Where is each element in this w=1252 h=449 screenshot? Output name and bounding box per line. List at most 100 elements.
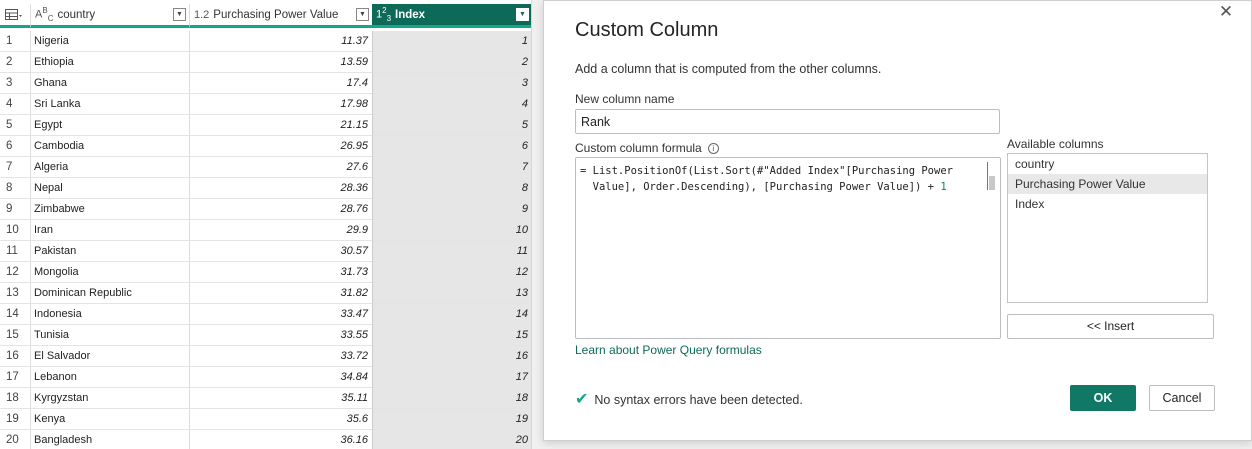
scrollbar-thumb[interactable] [989,176,995,190]
cell-index[interactable]: 11 [372,241,531,262]
new-column-name-input[interactable] [575,109,1000,134]
cell-country[interactable]: El Salvador [30,346,189,367]
cell-country[interactable]: Kenya [30,409,189,430]
table-row[interactable]: 18 Kyrgyzstan 35.11 18 [0,388,531,409]
cancel-button[interactable]: Cancel [1149,385,1215,411]
cell-purchasing-power-value[interactable]: 30.57 [189,241,372,262]
cell-index[interactable]: 6 [372,136,531,157]
cell-index[interactable]: 12 [372,262,531,283]
cell-index[interactable]: 9 [372,199,531,220]
cell-index[interactable]: 10 [372,220,531,241]
cell-purchasing-power-value[interactable]: 28.36 [189,178,372,199]
available-column-item[interactable]: country [1008,154,1207,174]
cell-purchasing-power-value[interactable]: 34.84 [189,367,372,388]
table-row[interactable]: 3 Ghana 17.4 3 [0,73,531,94]
cell-purchasing-power-value[interactable]: 13.59 [189,52,372,73]
cell-country[interactable]: Ghana [30,73,189,94]
cell-purchasing-power-value[interactable]: 31.73 [189,262,372,283]
table-row[interactable]: 6 Cambodia 26.95 6 [0,136,531,157]
text-type-icon[interactable]: ABC [35,6,53,23]
cell-index[interactable]: 13 [372,283,531,304]
table-row[interactable]: 8 Nepal 28.36 8 [0,178,531,199]
cell-country[interactable]: Zimbabwe [30,199,189,220]
formula-editor[interactable]: = List.PositionOf(List.Sort(#"Added Inde… [575,157,1001,339]
available-column-item[interactable]: Purchasing Power Value [1008,174,1207,194]
cell-index[interactable]: 2 [372,52,531,73]
table-row[interactable]: 5 Egypt 21.15 5 [0,115,531,136]
cell-country[interactable]: Bangladesh [30,430,189,449]
insert-button[interactable]: << Insert [1007,314,1214,339]
cell-index[interactable]: 14 [372,304,531,325]
cell-index[interactable]: 18 [372,388,531,409]
cell-purchasing-power-value[interactable]: 33.55 [189,325,372,346]
formula-text[interactable]: = List.PositionOf(List.Sort(#"Added Inde… [580,163,978,195]
cell-purchasing-power-value[interactable]: 26.95 [189,136,372,157]
cell-purchasing-power-value[interactable]: 28.76 [189,199,372,220]
cell-purchasing-power-value[interactable]: 33.47 [189,304,372,325]
cell-country[interactable]: Iran [30,220,189,241]
cell-purchasing-power-value[interactable]: 35.11 [189,388,372,409]
cell-country[interactable]: Egypt [30,115,189,136]
cell-index[interactable]: 5 [372,115,531,136]
cell-country[interactable]: Nigeria [30,31,189,52]
cell-index[interactable]: 7 [372,157,531,178]
table-row[interactable]: 1 Nigeria 11.37 1 [0,31,531,52]
cell-index[interactable]: 1 [372,31,531,52]
cell-country[interactable]: Dominican Republic [30,283,189,304]
cell-purchasing-power-value[interactable]: 33.72 [189,346,372,367]
table-row[interactable]: 11 Pakistan 30.57 11 [0,241,531,262]
cell-country[interactable]: Nepal [30,178,189,199]
cell-purchasing-power-value[interactable]: 36.16 [189,430,372,449]
cell-index[interactable]: 20 [372,430,531,449]
filter-dropdown-icon[interactable]: ▼ [516,8,529,21]
table-row[interactable]: 12 Mongolia 31.73 12 [0,262,531,283]
cell-purchasing-power-value[interactable]: 27.6 [189,157,372,178]
cell-country[interactable]: Algeria [30,157,189,178]
cell-index[interactable]: 3 [372,73,531,94]
filter-dropdown-icon[interactable]: ▼ [356,8,369,21]
table-row[interactable]: 7 Algeria 27.6 7 [0,157,531,178]
table-row[interactable]: 20 Bangladesh 36.16 20 [0,430,531,449]
table-row[interactable]: 4 Sri Lanka 17.98 4 [0,94,531,115]
available-column-item[interactable]: Index [1008,194,1207,214]
cell-index[interactable]: 15 [372,325,531,346]
cell-country[interactable]: Cambodia [30,136,189,157]
cell-purchasing-power-value[interactable]: 35.6 [189,409,372,430]
cell-purchasing-power-value[interactable]: 29.9 [189,220,372,241]
table-row[interactable]: 14 Indonesia 33.47 14 [0,304,531,325]
cell-country[interactable]: Lebanon [30,367,189,388]
cell-purchasing-power-value[interactable]: 17.4 [189,73,372,94]
decimal-type-icon[interactable]: 1.2 [194,9,209,21]
learn-formulas-link[interactable]: Learn about Power Query formulas [575,343,762,357]
table-row[interactable]: 2 Ethiopia 13.59 2 [0,52,531,73]
whole-number-type-icon[interactable]: 123 [376,6,391,23]
cell-country[interactable]: Indonesia [30,304,189,325]
table-menu-button[interactable] [0,4,30,28]
column-header-index[interactable]: 123 Index ▼ [372,4,531,28]
info-icon[interactable]: i [707,142,719,154]
cell-country[interactable]: Pakistan [30,241,189,262]
filter-dropdown-icon[interactable]: ▼ [173,8,186,21]
cell-purchasing-power-value[interactable]: 17.98 [189,94,372,115]
cell-country[interactable]: Kyrgyzstan [30,388,189,409]
table-row[interactable]: 15 Tunisia 33.55 15 [0,325,531,346]
cell-country[interactable]: Ethiopia [30,52,189,73]
table-row[interactable]: 16 El Salvador 33.72 16 [0,346,531,367]
cell-index[interactable]: 19 [372,409,531,430]
available-columns-list[interactable]: country Purchasing Power Value Index [1007,153,1208,303]
cell-index[interactable]: 17 [372,367,531,388]
cell-index[interactable]: 4 [372,94,531,115]
cell-purchasing-power-value[interactable]: 11.37 [189,31,372,52]
ok-button[interactable]: OK [1070,385,1136,411]
table-row[interactable]: 9 Zimbabwe 28.76 9 [0,199,531,220]
formula-scrollbar[interactable] [987,162,995,190]
cell-index[interactable]: 8 [372,178,531,199]
cell-country[interactable]: Mongolia [30,262,189,283]
table-row[interactable]: 19 Kenya 35.6 19 [0,409,531,430]
table-row[interactable]: 17 Lebanon 34.84 17 [0,367,531,388]
column-header-purchasing-power-value[interactable]: 1.2 Purchasing Power Value ▼ [189,4,372,28]
cell-index[interactable]: 16 [372,346,531,367]
close-icon[interactable]: ✕ [1217,3,1235,21]
cell-purchasing-power-value[interactable]: 21.15 [189,115,372,136]
table-row[interactable]: 13 Dominican Republic 31.82 13 [0,283,531,304]
